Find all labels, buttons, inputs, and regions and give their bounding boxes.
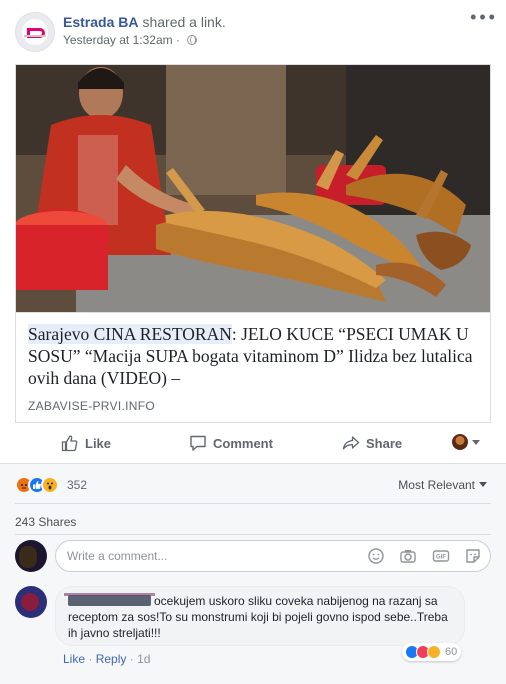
- comment-author-redacted[interactable]: [64, 593, 155, 606]
- chevron-down-icon: [479, 482, 487, 487]
- reaction-count[interactable]: 352: [67, 478, 87, 492]
- comment-sort-dropdown[interactable]: Most Relevant: [398, 478, 487, 492]
- like-button[interactable]: Like: [61, 434, 111, 452]
- link-domain: ZABAVISE-PRVI.INFO: [28, 399, 155, 413]
- like-button-label: Like: [85, 436, 112, 451]
- speech-bubble-icon: [190, 435, 206, 451]
- comment-reaction-summary[interactable]: 60: [402, 643, 462, 661]
- link-preview-image[interactable]: [16, 65, 490, 312]
- feed-post: Estrada BA shared a link. Yesterday at 1:…: [0, 0, 506, 684]
- camera-icon[interactable]: [399, 547, 417, 565]
- gif-icon[interactable]: GIF: [432, 547, 450, 565]
- viewer-avatar[interactable]: [15, 540, 47, 572]
- separator-dot: ·: [88, 652, 96, 666]
- separator-dot: ·: [129, 652, 138, 666]
- comment-age[interactable]: 1d: [137, 652, 150, 666]
- post-timestamp[interactable]: Yesterday at 1:32am: [63, 33, 173, 47]
- share-count[interactable]: 243 Shares: [15, 515, 76, 529]
- haha-reaction-icon: [427, 645, 441, 659]
- comment-input-placeholder: Write a comment...: [67, 549, 168, 563]
- comment-button-label: Comment: [213, 436, 273, 451]
- commenter-avatar[interactable]: [15, 586, 47, 618]
- share-arrow-icon: [342, 436, 360, 450]
- post-header: Estrada BA shared a link. Yesterday at 1:…: [0, 0, 506, 62]
- share-button[interactable]: Share: [342, 434, 402, 452]
- comment-like-link[interactable]: Like: [63, 652, 85, 666]
- globe-icon[interactable]: [187, 35, 198, 45]
- audience-selector[interactable]: [452, 434, 480, 450]
- comment-reaction-count: 60: [445, 646, 458, 658]
- post-author-name[interactable]: Estrada BA: [63, 14, 138, 30]
- link-preview-text[interactable]: Sarajevo CINA RESTORAN: JELO KUCE “PSECI…: [16, 312, 490, 422]
- sticker-icon[interactable]: [464, 547, 482, 565]
- divider: [15, 534, 491, 535]
- estrada-logo-icon: [16, 13, 54, 51]
- comment-input[interactable]: Write a comment... GIF: [55, 540, 491, 572]
- meta-separator: ·: [175, 33, 180, 47]
- ellipsis-icon[interactable]: • • •: [470, 8, 495, 26]
- market-photo: [16, 65, 490, 312]
- post-author-line: Estrada BA shared a link.: [63, 13, 226, 31]
- comment-reply-link[interactable]: Reply: [96, 652, 127, 666]
- post-action-text: shared a link.: [142, 14, 226, 30]
- viewer-avatar-icon: [452, 434, 468, 450]
- divider: [15, 503, 491, 504]
- emoji-icon[interactable]: [367, 547, 385, 565]
- composer-icons: GIF: [357, 547, 482, 565]
- comment-button[interactable]: Comment: [189, 434, 273, 452]
- feedback-section: 352 Most Relevant 243 Shares Write a com…: [0, 463, 506, 684]
- wow-reaction-icon: [41, 476, 59, 494]
- page-avatar[interactable]: [15, 12, 55, 52]
- post-meta: Yesterday at 1:32am ·: [63, 33, 198, 47]
- comment-actions: Like · Reply · 1d: [63, 652, 150, 666]
- link-title[interactable]: Sarajevo CINA RESTORAN: JELO KUCE “PSECI…: [28, 323, 478, 389]
- chevron-down-icon: [472, 440, 480, 445]
- link-title-highlight: Sarajevo CINA RESTORAN: [28, 324, 232, 344]
- share-button-label: Share: [366, 436, 403, 451]
- thumbs-up-icon: [61, 435, 78, 452]
- link-preview-card[interactable]: Sarajevo CINA RESTORAN: JELO KUCE “PSECI…: [15, 64, 491, 423]
- svg-text:GIF: GIF: [436, 555, 446, 561]
- post-action-bar: Like Comment Share: [15, 428, 491, 460]
- comment-bubble: ocekujem uskoro sliku coveka nabijenog n…: [55, 586, 465, 646]
- sort-label: Most Relevant: [398, 478, 475, 492]
